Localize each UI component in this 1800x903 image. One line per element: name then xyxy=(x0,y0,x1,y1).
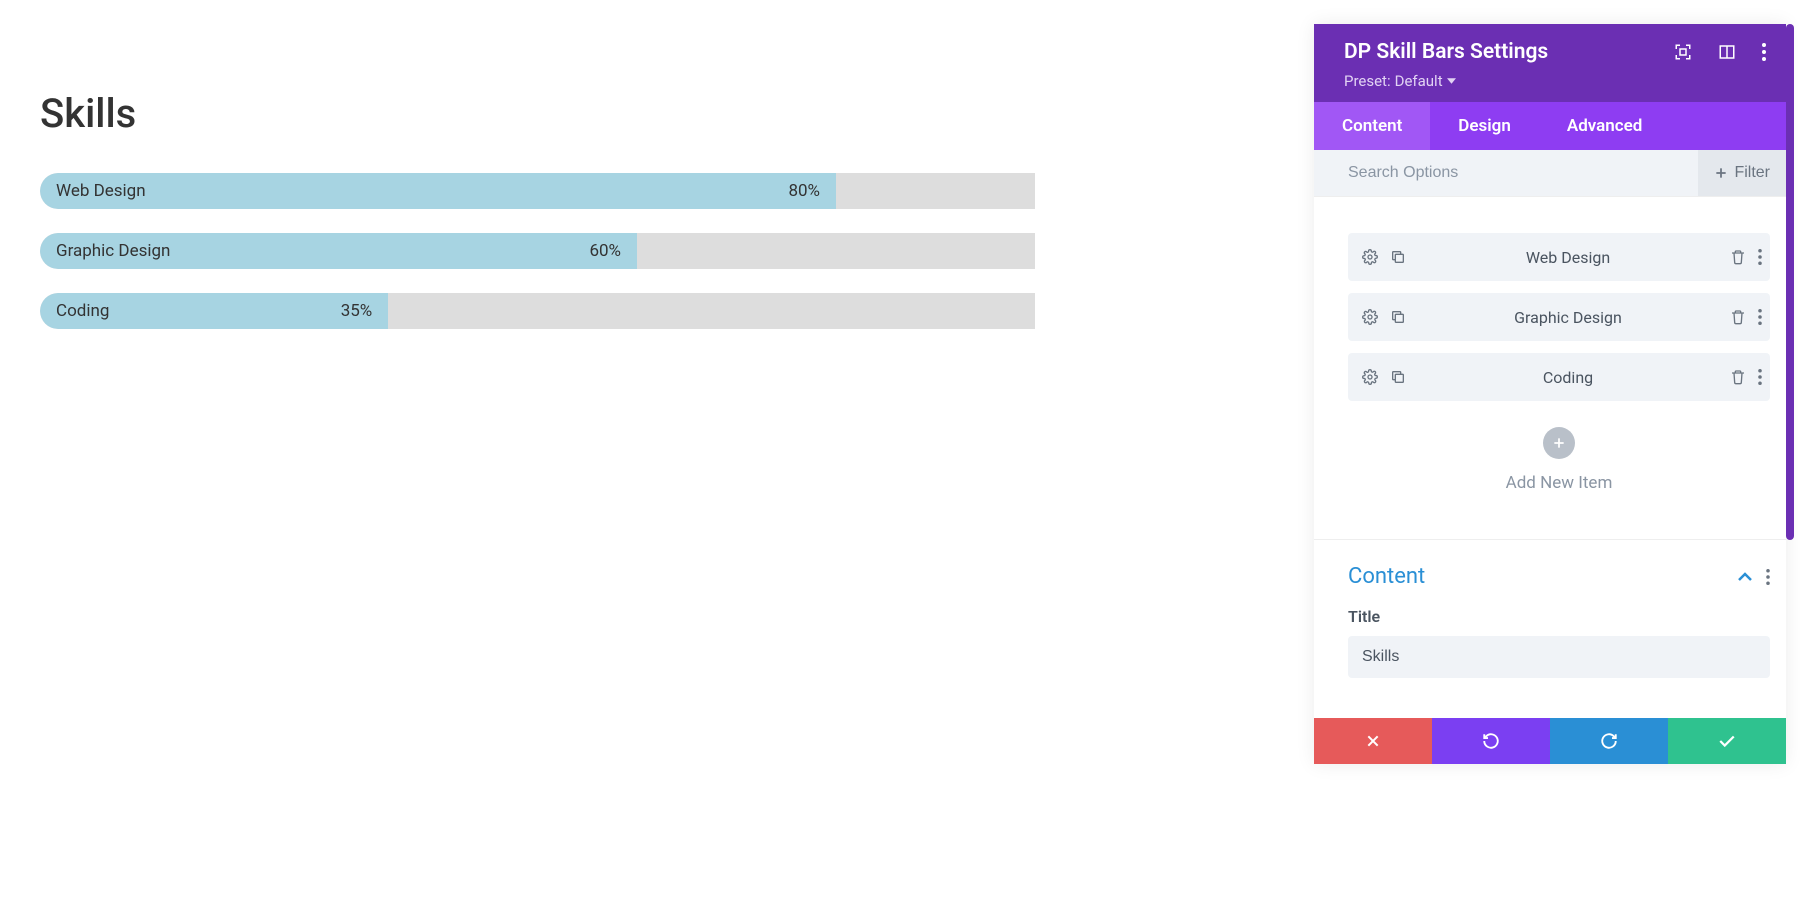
title-field-label: Title xyxy=(1348,607,1770,626)
undo-button[interactable] xyxy=(1432,718,1550,764)
skill-bar-percent: 60% xyxy=(589,241,621,261)
title-input[interactable] xyxy=(1348,636,1770,678)
skill-bar-percent: 35% xyxy=(341,301,373,321)
duplicate-icon[interactable] xyxy=(1390,249,1406,265)
content-section: Content Title xyxy=(1314,540,1786,698)
settings-panel: DP Skill Bars Settings Preset: Default C… xyxy=(1314,24,1786,764)
filter-button[interactable]: Filter xyxy=(1698,150,1786,196)
panel-tabs: Content Design Advanced xyxy=(1314,102,1786,150)
more-icon[interactable] xyxy=(1758,369,1762,385)
more-icon[interactable] xyxy=(1758,249,1762,265)
scrollbar[interactable] xyxy=(1786,24,1794,540)
preview-title: Skills xyxy=(40,90,1035,137)
columns-icon[interactable] xyxy=(1718,43,1736,61)
expand-icon[interactable] xyxy=(1674,43,1692,61)
item-label: Web Design xyxy=(1406,248,1730,267)
more-icon[interactable] xyxy=(1766,569,1770,585)
add-item-button[interactable] xyxy=(1543,427,1575,459)
skill-bar-label: Graphic Design xyxy=(56,241,170,261)
panel-body: Filter Web Design Graphi xyxy=(1314,150,1786,718)
skill-bar-label: Coding xyxy=(56,301,109,321)
filter-label: Filter xyxy=(1734,164,1770,182)
list-item[interactable]: Coding xyxy=(1348,353,1770,401)
item-label: Coding xyxy=(1406,368,1730,387)
save-button[interactable] xyxy=(1668,718,1786,764)
close-icon xyxy=(1365,733,1381,749)
duplicate-icon[interactable] xyxy=(1390,369,1406,385)
plus-icon xyxy=(1552,436,1566,450)
gear-icon[interactable] xyxy=(1362,249,1378,265)
search-input[interactable] xyxy=(1314,150,1698,196)
check-icon xyxy=(1718,734,1736,748)
item-label: Graphic Design xyxy=(1406,308,1730,327)
gear-icon[interactable] xyxy=(1362,369,1378,385)
caret-down-icon xyxy=(1447,78,1456,84)
preset-name: Default xyxy=(1395,72,1443,90)
skill-bar-fill: Graphic Design 60% xyxy=(40,233,637,269)
list-item[interactable]: Graphic Design xyxy=(1348,293,1770,341)
list-item[interactable]: Web Design xyxy=(1348,233,1770,281)
tab-advanced[interactable]: Advanced xyxy=(1539,102,1671,150)
tab-content[interactable]: Content xyxy=(1314,102,1430,150)
preset-selector[interactable]: Preset: Default xyxy=(1344,72,1766,90)
chevron-up-icon[interactable] xyxy=(1738,572,1752,582)
skill-bar-track: Graphic Design 60% xyxy=(40,233,1035,269)
search-row: Filter xyxy=(1314,150,1786,197)
panel-footer xyxy=(1314,718,1786,764)
skill-bar-fill: Web Design 80% xyxy=(40,173,836,209)
section-title[interactable]: Content xyxy=(1348,564,1425,589)
duplicate-icon[interactable] xyxy=(1390,309,1406,325)
skill-bar-percent: 80% xyxy=(788,181,820,201)
add-item-label: Add New Item xyxy=(1348,473,1770,493)
skill-bar: Graphic Design 60% xyxy=(40,233,1035,269)
panel-header: DP Skill Bars Settings Preset: Default xyxy=(1314,24,1786,102)
skill-bar: Coding 35% xyxy=(40,293,1035,329)
panel-title: DP Skill Bars Settings xyxy=(1344,40,1548,64)
more-icon[interactable] xyxy=(1758,309,1762,325)
skill-bar-track: Coding 35% xyxy=(40,293,1035,329)
more-icon[interactable] xyxy=(1762,43,1766,61)
preview-area: Skills Web Design 80% Graphic Design 60%… xyxy=(0,0,1075,329)
items-list: Web Design Graphic Design xyxy=(1314,197,1786,539)
skill-bar-label: Web Design xyxy=(56,181,146,201)
skill-bar-fill: Coding 35% xyxy=(40,293,388,329)
undo-icon xyxy=(1482,732,1500,750)
preset-prefix: Preset: xyxy=(1344,72,1391,90)
trash-icon[interactable] xyxy=(1730,309,1746,325)
redo-button[interactable] xyxy=(1550,718,1668,764)
tab-design[interactable]: Design xyxy=(1430,102,1539,150)
redo-icon xyxy=(1600,732,1618,750)
add-item-area: Add New Item xyxy=(1348,413,1770,519)
plus-icon xyxy=(1714,166,1728,180)
skill-bar-track: Web Design 80% xyxy=(40,173,1035,209)
close-button[interactable] xyxy=(1314,718,1432,764)
skill-bar: Web Design 80% xyxy=(40,173,1035,209)
trash-icon[interactable] xyxy=(1730,249,1746,265)
gear-icon[interactable] xyxy=(1362,309,1378,325)
trash-icon[interactable] xyxy=(1730,369,1746,385)
